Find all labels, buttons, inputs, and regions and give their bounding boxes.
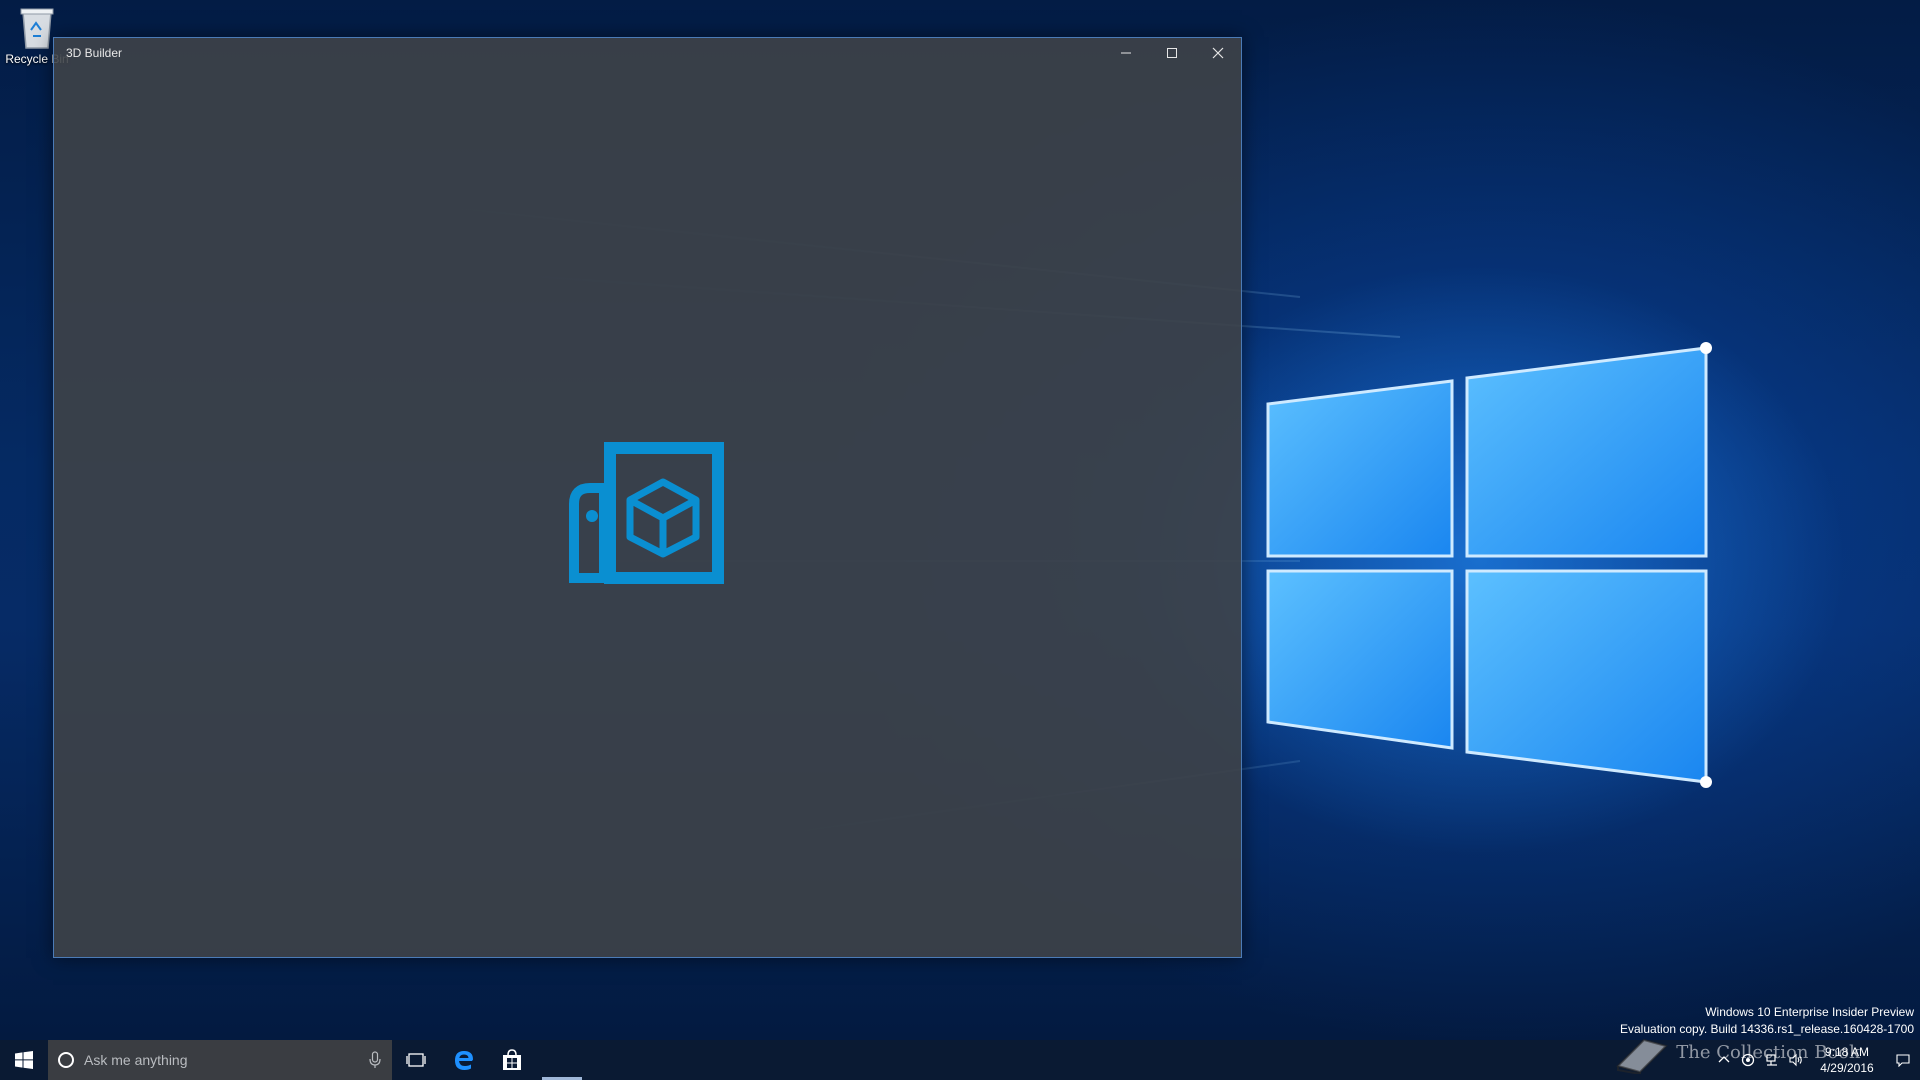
minimize-icon xyxy=(1121,52,1131,54)
collection-book-watermark: The Collection Book xyxy=(1614,1030,1860,1074)
search-placeholder: Ask me anything xyxy=(84,1052,188,1068)
edge-icon xyxy=(455,1051,473,1070)
app-window-3d-builder: 3D Builder xyxy=(53,37,1242,958)
window-titlebar[interactable]: 3D Builder xyxy=(54,38,1241,68)
close-icon xyxy=(1212,47,1224,59)
edge-button[interactable] xyxy=(440,1040,488,1080)
notification-icon xyxy=(1896,1054,1910,1067)
3d-builder-logo-icon xyxy=(569,442,724,584)
recycle-bin-icon xyxy=(20,8,54,49)
microphone-icon[interactable] xyxy=(368,1051,382,1069)
maximize-icon xyxy=(1167,48,1177,58)
maximize-button[interactable] xyxy=(1149,38,1195,68)
close-button[interactable] xyxy=(1195,38,1241,68)
cortana-icon xyxy=(58,1052,74,1068)
store-icon xyxy=(503,1049,521,1070)
collection-book-text: The Collection Book xyxy=(1676,1041,1860,1063)
store-button[interactable] xyxy=(488,1040,536,1080)
cortana-search-box[interactable]: Ask me anything xyxy=(48,1040,392,1080)
task-view-icon xyxy=(406,1053,426,1067)
start-button[interactable] xyxy=(0,1040,48,1080)
window-controls xyxy=(1103,38,1241,68)
window-title: 3D Builder xyxy=(66,46,123,60)
windows-start-icon xyxy=(15,1051,33,1069)
watermark-edition: Windows 10 Enterprise Insider Preview xyxy=(1705,1005,1914,1019)
minimize-button[interactable] xyxy=(1103,38,1149,68)
running-app-3d-builder[interactable] xyxy=(536,1040,584,1080)
action-center-button[interactable] xyxy=(1886,1040,1920,1080)
book-icon xyxy=(1616,1038,1669,1074)
task-view-button[interactable] xyxy=(392,1040,440,1080)
